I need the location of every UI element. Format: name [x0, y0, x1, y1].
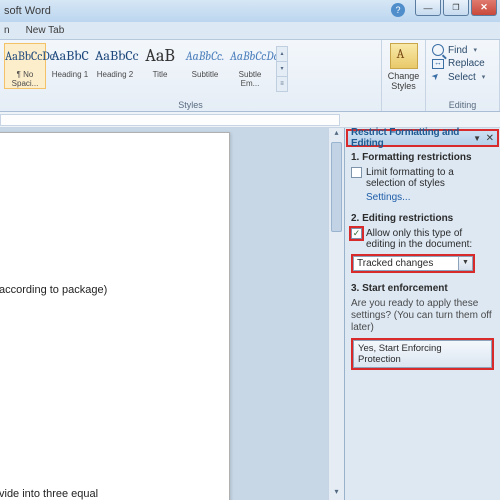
limit-formatting-checkbox[interactable]	[351, 167, 362, 178]
page[interactable]: according to package) vide into three eq…	[0, 132, 230, 500]
scroll-up-icon[interactable]: ▴	[329, 128, 344, 141]
replace-icon	[432, 59, 444, 69]
window-titlebar: soft Word ? — ❐ ✕	[0, 0, 500, 22]
gallery-spinner[interactable]: ▴▾≡	[276, 46, 288, 92]
find-button[interactable]: Find▾	[432, 44, 495, 56]
maximize-button[interactable]: ❐	[443, 0, 469, 16]
start-enforcing-button[interactable]: Yes, Start Enforcing Protection	[351, 338, 494, 370]
vertical-scrollbar[interactable]: ▴ ▾	[328, 128, 344, 500]
main-area: according to package) vide into three eq…	[0, 128, 500, 500]
pane-close-icon[interactable]: ✕	[486, 133, 494, 144]
group-label-styles: Styles	[0, 100, 381, 110]
change-styles-icon	[390, 43, 418, 69]
style-heading-2[interactable]: AaBbCc Heading 2	[94, 43, 136, 89]
section-heading: 3. Start enforcement	[351, 283, 494, 294]
find-icon	[432, 44, 444, 56]
checkbox-label: Allow only this type of editing in the d…	[366, 228, 494, 250]
ribbon: AaBbCcDc ¶ No Spaci... AaBbC Heading 1 A…	[0, 40, 500, 112]
checkbox-label: Limit formatting to a selection of style…	[366, 167, 494, 189]
style-subtitle[interactable]: AaBbCc. Subtitle	[184, 43, 226, 89]
doc-text: according to package)	[0, 283, 221, 297]
editing-restrictions-section: 2. Editing restrictions ✓ Allow only thi…	[351, 213, 494, 273]
close-button[interactable]: ✕	[471, 0, 497, 16]
settings-link[interactable]: Settings...	[351, 192, 494, 203]
style-heading-1[interactable]: AaBbC Heading 1	[49, 43, 91, 89]
enforcement-description: Are you ready to apply these settings? (…	[351, 298, 494, 334]
select-button[interactable]: Select▾	[432, 71, 495, 83]
style-subtle-emphasis[interactable]: AaBbCcDc Subtle Em...	[229, 43, 271, 89]
pane-menu-icon[interactable]: ▼	[473, 134, 481, 143]
help-icon[interactable]: ?	[391, 3, 405, 17]
style-no-spacing[interactable]: AaBbCcDc ¶ No Spaci...	[4, 43, 46, 89]
group-label-editing: Editing	[426, 100, 499, 110]
window-controls: — ❐ ✕	[413, 0, 497, 16]
section-heading: 1. Formatting restrictions	[351, 152, 494, 163]
scroll-down-icon[interactable]: ▾	[329, 487, 344, 500]
replace-button[interactable]: Replace	[432, 58, 495, 69]
menu-item-new-tab[interactable]: New Tab	[26, 25, 65, 36]
menu-bar: n New Tab	[0, 22, 500, 40]
editing-group: Find▾ Replace Select▾ Editing	[426, 40, 500, 111]
select-value: Tracked changes	[353, 256, 458, 271]
scroll-thumb[interactable]	[331, 142, 342, 232]
formatting-restrictions-section: 1. Formatting restrictions Limit formatt…	[351, 152, 494, 203]
allow-editing-checkbox[interactable]: ✓	[351, 228, 362, 239]
styles-gallery: AaBbCcDc ¶ No Spaci... AaBbC Heading 1 A…	[4, 40, 377, 92]
chevron-down-icon[interactable]: ▼	[458, 256, 473, 271]
start-enforcement-section: 3. Start enforcement Are you ready to ap…	[351, 283, 494, 370]
menu-item[interactable]: n	[4, 25, 10, 36]
doc-text: vide into three equal	[0, 487, 221, 500]
select-icon	[432, 71, 444, 83]
editing-type-select[interactable]: Tracked changes ▼	[351, 254, 475, 273]
styles-group: AaBbCcDc ¶ No Spaci... AaBbC Heading 1 A…	[0, 40, 382, 111]
pane-header: Restrict Formatting and Editing ▼ ✕	[346, 129, 499, 147]
window-title: soft Word	[0, 5, 51, 17]
style-title[interactable]: AaB Title	[139, 43, 181, 89]
restrict-editing-pane: Restrict Formatting and Editing ▼ ✕ 1. F…	[344, 128, 500, 500]
ruler[interactable]	[0, 112, 500, 128]
document-canvas[interactable]: according to package) vide into three eq…	[0, 128, 328, 500]
change-styles-button[interactable]: Change Styles	[382, 40, 426, 111]
minimize-button[interactable]: —	[415, 0, 441, 16]
section-heading: 2. Editing restrictions	[351, 213, 494, 224]
